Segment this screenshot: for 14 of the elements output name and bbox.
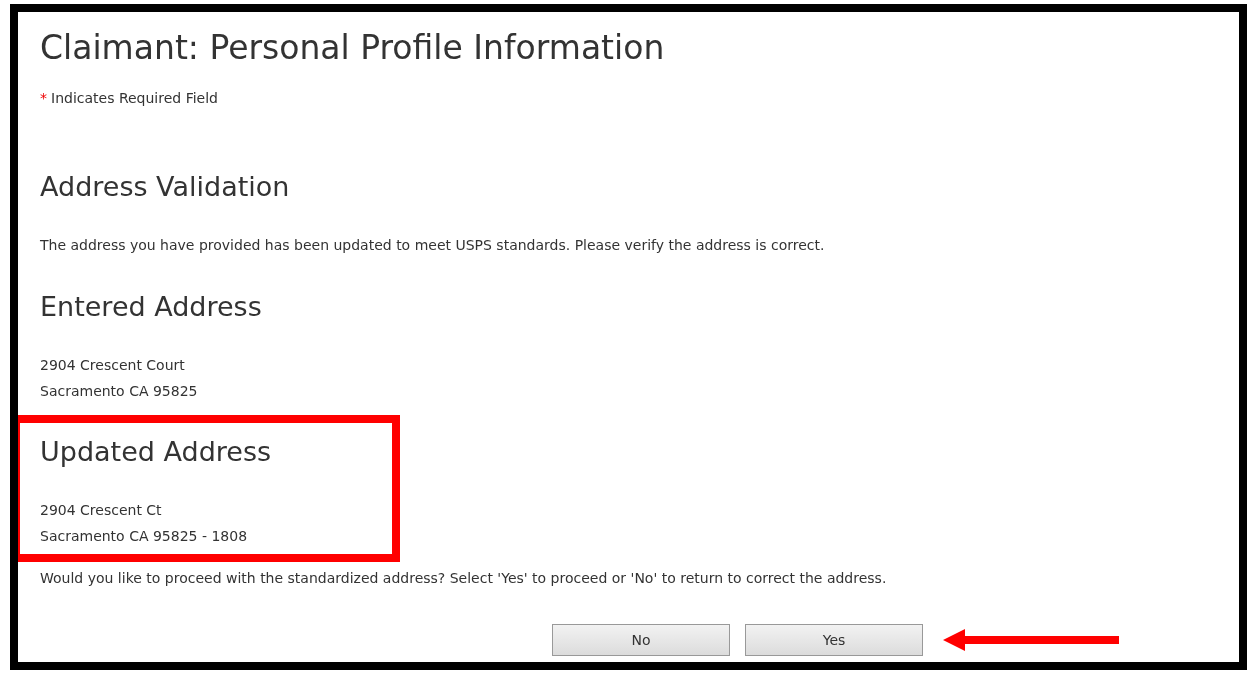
required-note: Indicates Required Field: [51, 90, 218, 106]
section-heading: Updated Address: [40, 435, 273, 469]
section-heading: Entered Address: [40, 290, 263, 324]
address-line: Sacramento CA 95825 - 1808: [40, 527, 249, 546]
no-button[interactable]: No: [552, 624, 730, 656]
section-heading: Address Validation: [40, 170, 291, 204]
address-line: 2904 Crescent Ct: [40, 501, 163, 520]
address-line: 2904 Crescent Court: [40, 356, 186, 375]
page-title: Claimant: Personal Profile Information: [40, 27, 666, 69]
required-asterisk: *: [40, 90, 47, 106]
info-text: The address you have provided has been updated to meet USPS standards. Please verify the address is correct.: [40, 236, 826, 255]
question-text: Would you like to proceed with the standardized address? Select 'Yes' to proceed or 'No' to return to correct the address.: [40, 569, 888, 588]
address-line: Sacramento CA 95825: [40, 382, 199, 401]
yes-button[interactable]: Yes: [745, 624, 923, 656]
